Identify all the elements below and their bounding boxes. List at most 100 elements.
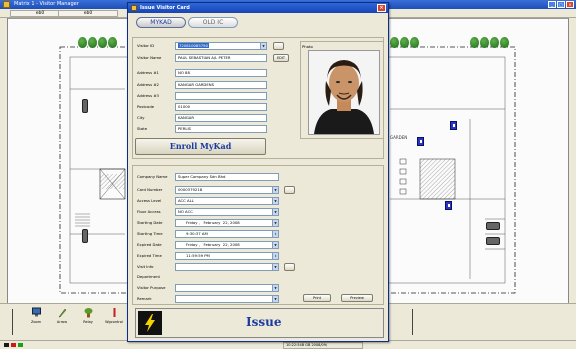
address2-label: Address #2	[137, 82, 159, 87]
edit-button[interactable]: EDIT	[273, 54, 289, 62]
address2-field[interactable]: KANGAR GARDENS	[175, 81, 267, 89]
close-icon[interactable]: ×	[566, 1, 574, 8]
state-label: State	[137, 126, 148, 131]
issue-visitor-card-dialog: Issue Visitor Card × MYKAD OLD IC Visito…	[127, 2, 389, 342]
visitor-photo-image	[309, 51, 379, 134]
address1-label: Address #1	[137, 70, 159, 75]
led-icon	[11, 343, 16, 347]
expired-time-spinner[interactable]: 11:59:59 PM ⇕	[175, 252, 279, 260]
chevron-down-icon[interactable]: ▼	[260, 43, 266, 49]
visit-info-label: Visit Info	[137, 264, 154, 269]
visit-info-lookup-button[interactable]	[284, 263, 295, 271]
garden-label: GARDEN	[390, 135, 408, 140]
minimize-icon[interactable]: _	[548, 1, 556, 8]
preview-button[interactable]: Preview	[341, 294, 373, 302]
toolbar-relay[interactable]: Relay	[78, 307, 98, 324]
spinner-icon[interactable]: ⇕	[272, 231, 278, 237]
expired-date-picker[interactable]: Friday , February 22, 2008 ▼	[175, 241, 279, 249]
status-indicators	[4, 343, 23, 347]
door-marker-icon[interactable]	[417, 137, 424, 146]
chevron-down-icon[interactable]: ▼	[272, 220, 278, 226]
bar-icon	[113, 308, 115, 317]
starting-time-label: Starting Time	[137, 231, 163, 236]
company-name-field[interactable]: Super Company Sdn Bhd	[175, 173, 279, 181]
department-label: Department	[137, 274, 160, 279]
led-icon	[18, 343, 23, 347]
state-field[interactable]: PERLIS	[175, 125, 267, 133]
city-field[interactable]: KANGAR	[175, 114, 267, 122]
app-title: Matrix 1 - Visitor Manager	[14, 1, 79, 7]
floor-access-select[interactable]: NO ACC ▼	[175, 208, 279, 216]
lightning-icon	[138, 311, 162, 335]
card-number-combo[interactable]: 0000379218 ▼	[175, 186, 279, 194]
address1-field[interactable]: NO 88	[175, 69, 267, 77]
car-icon	[82, 99, 88, 113]
chevron-down-icon[interactable]: ▼	[272, 198, 278, 204]
visitor-id-label: Visitor ID	[137, 43, 155, 48]
visitor-name-label: Visitor Name	[137, 55, 162, 60]
dialog-title: Issue Visitor Card	[140, 5, 190, 11]
monitor-icon	[31, 307, 41, 317]
window-controls: _ □ ×	[548, 1, 574, 8]
company-name-label: Company Name	[137, 174, 168, 179]
car-icon	[486, 237, 500, 245]
postcode-field[interactable]: 01000	[175, 103, 267, 111]
toolbar-separator	[412, 309, 413, 335]
toolbar-wgcontrol[interactable]: Wgcontrol	[104, 307, 124, 324]
toolbar-zoom[interactable]: Zoom	[26, 307, 46, 324]
tab-eb0-2[interactable]: eb0	[58, 10, 118, 17]
remark-label: Remark	[137, 296, 152, 301]
chevron-down-icon[interactable]: ▼	[272, 264, 278, 270]
visitor-photo	[308, 50, 380, 135]
tab-mykad[interactable]: MYKAD	[136, 17, 186, 28]
visitor-purpose-select[interactable]: ▼	[175, 284, 279, 292]
card-lookup-button[interactable]	[284, 186, 295, 194]
pen-icon	[58, 308, 66, 318]
issue-label: Issue	[246, 315, 282, 329]
floor-access-label: Floor Access	[137, 209, 161, 214]
postcode-label: Postcode	[137, 104, 155, 109]
access-level-label: Access Level	[137, 198, 162, 203]
led-icon	[4, 343, 9, 347]
card-icon	[131, 5, 137, 11]
maximize-icon[interactable]: □	[557, 1, 565, 8]
chevron-down-icon[interactable]: ▼	[272, 285, 278, 291]
toolbar-separator	[12, 309, 13, 335]
starting-time-spinner[interactable]: 9:30:37 AM ⇕	[175, 230, 279, 238]
door-marker-icon[interactable]	[445, 201, 452, 210]
trees-left	[78, 37, 117, 48]
chevron-down-icon[interactable]: ▼	[272, 209, 278, 215]
chevron-down-icon[interactable]: ▼	[272, 187, 278, 193]
visitor-purpose-label: Visitor Purpose	[137, 285, 166, 290]
car-icon	[486, 222, 500, 230]
address3-label: Address #3	[137, 93, 159, 98]
print-button[interactable]: Print	[303, 294, 331, 302]
tab-old-ic[interactable]: OLD IC	[188, 17, 238, 28]
city-label: City	[137, 115, 145, 120]
toolbar-arrow[interactable]: Arrow	[52, 307, 72, 324]
starting-date-picker[interactable]: Friday , February 22, 2008 ▼	[175, 219, 279, 227]
plant-icon	[84, 308, 92, 318]
expired-time-label: Expired Time	[137, 253, 162, 258]
issue-button[interactable]: Issue	[135, 308, 384, 338]
visitor-name-field[interactable]: PAUL SEBASTIAN A/L PETER	[175, 54, 267, 62]
chevron-down-icon[interactable]: ▼	[272, 242, 278, 248]
status-datetime: 10:22:54B GB 2008/09/	[283, 342, 363, 349]
address3-field[interactable]	[175, 92, 267, 100]
floor-left-border	[0, 18, 8, 303]
enroll-mykad-button[interactable]: Enroll MyKad	[135, 138, 266, 155]
visit-info-combo[interactable]: ▼	[175, 263, 279, 271]
trees-right-2	[470, 37, 509, 48]
remark-select[interactable]: ▼	[175, 295, 279, 303]
visitor-lookup-button[interactable]	[273, 42, 284, 50]
chevron-down-icon[interactable]: ▼	[272, 296, 278, 302]
visitor-id-combo[interactable]: 720810085790 ▼	[175, 42, 267, 50]
dialog-titlebar[interactable]: Issue Visitor Card ×	[128, 3, 388, 13]
starting-date-label: Starting Date	[137, 220, 163, 225]
spinner-icon[interactable]: ⇕	[272, 253, 278, 259]
floor-right-border	[568, 18, 576, 303]
close-icon[interactable]: ×	[377, 4, 386, 12]
door-marker-icon[interactable]	[450, 121, 457, 130]
card-number-label: Card Number	[137, 187, 163, 192]
access-level-select[interactable]: ACC ALL ▼	[175, 197, 279, 205]
